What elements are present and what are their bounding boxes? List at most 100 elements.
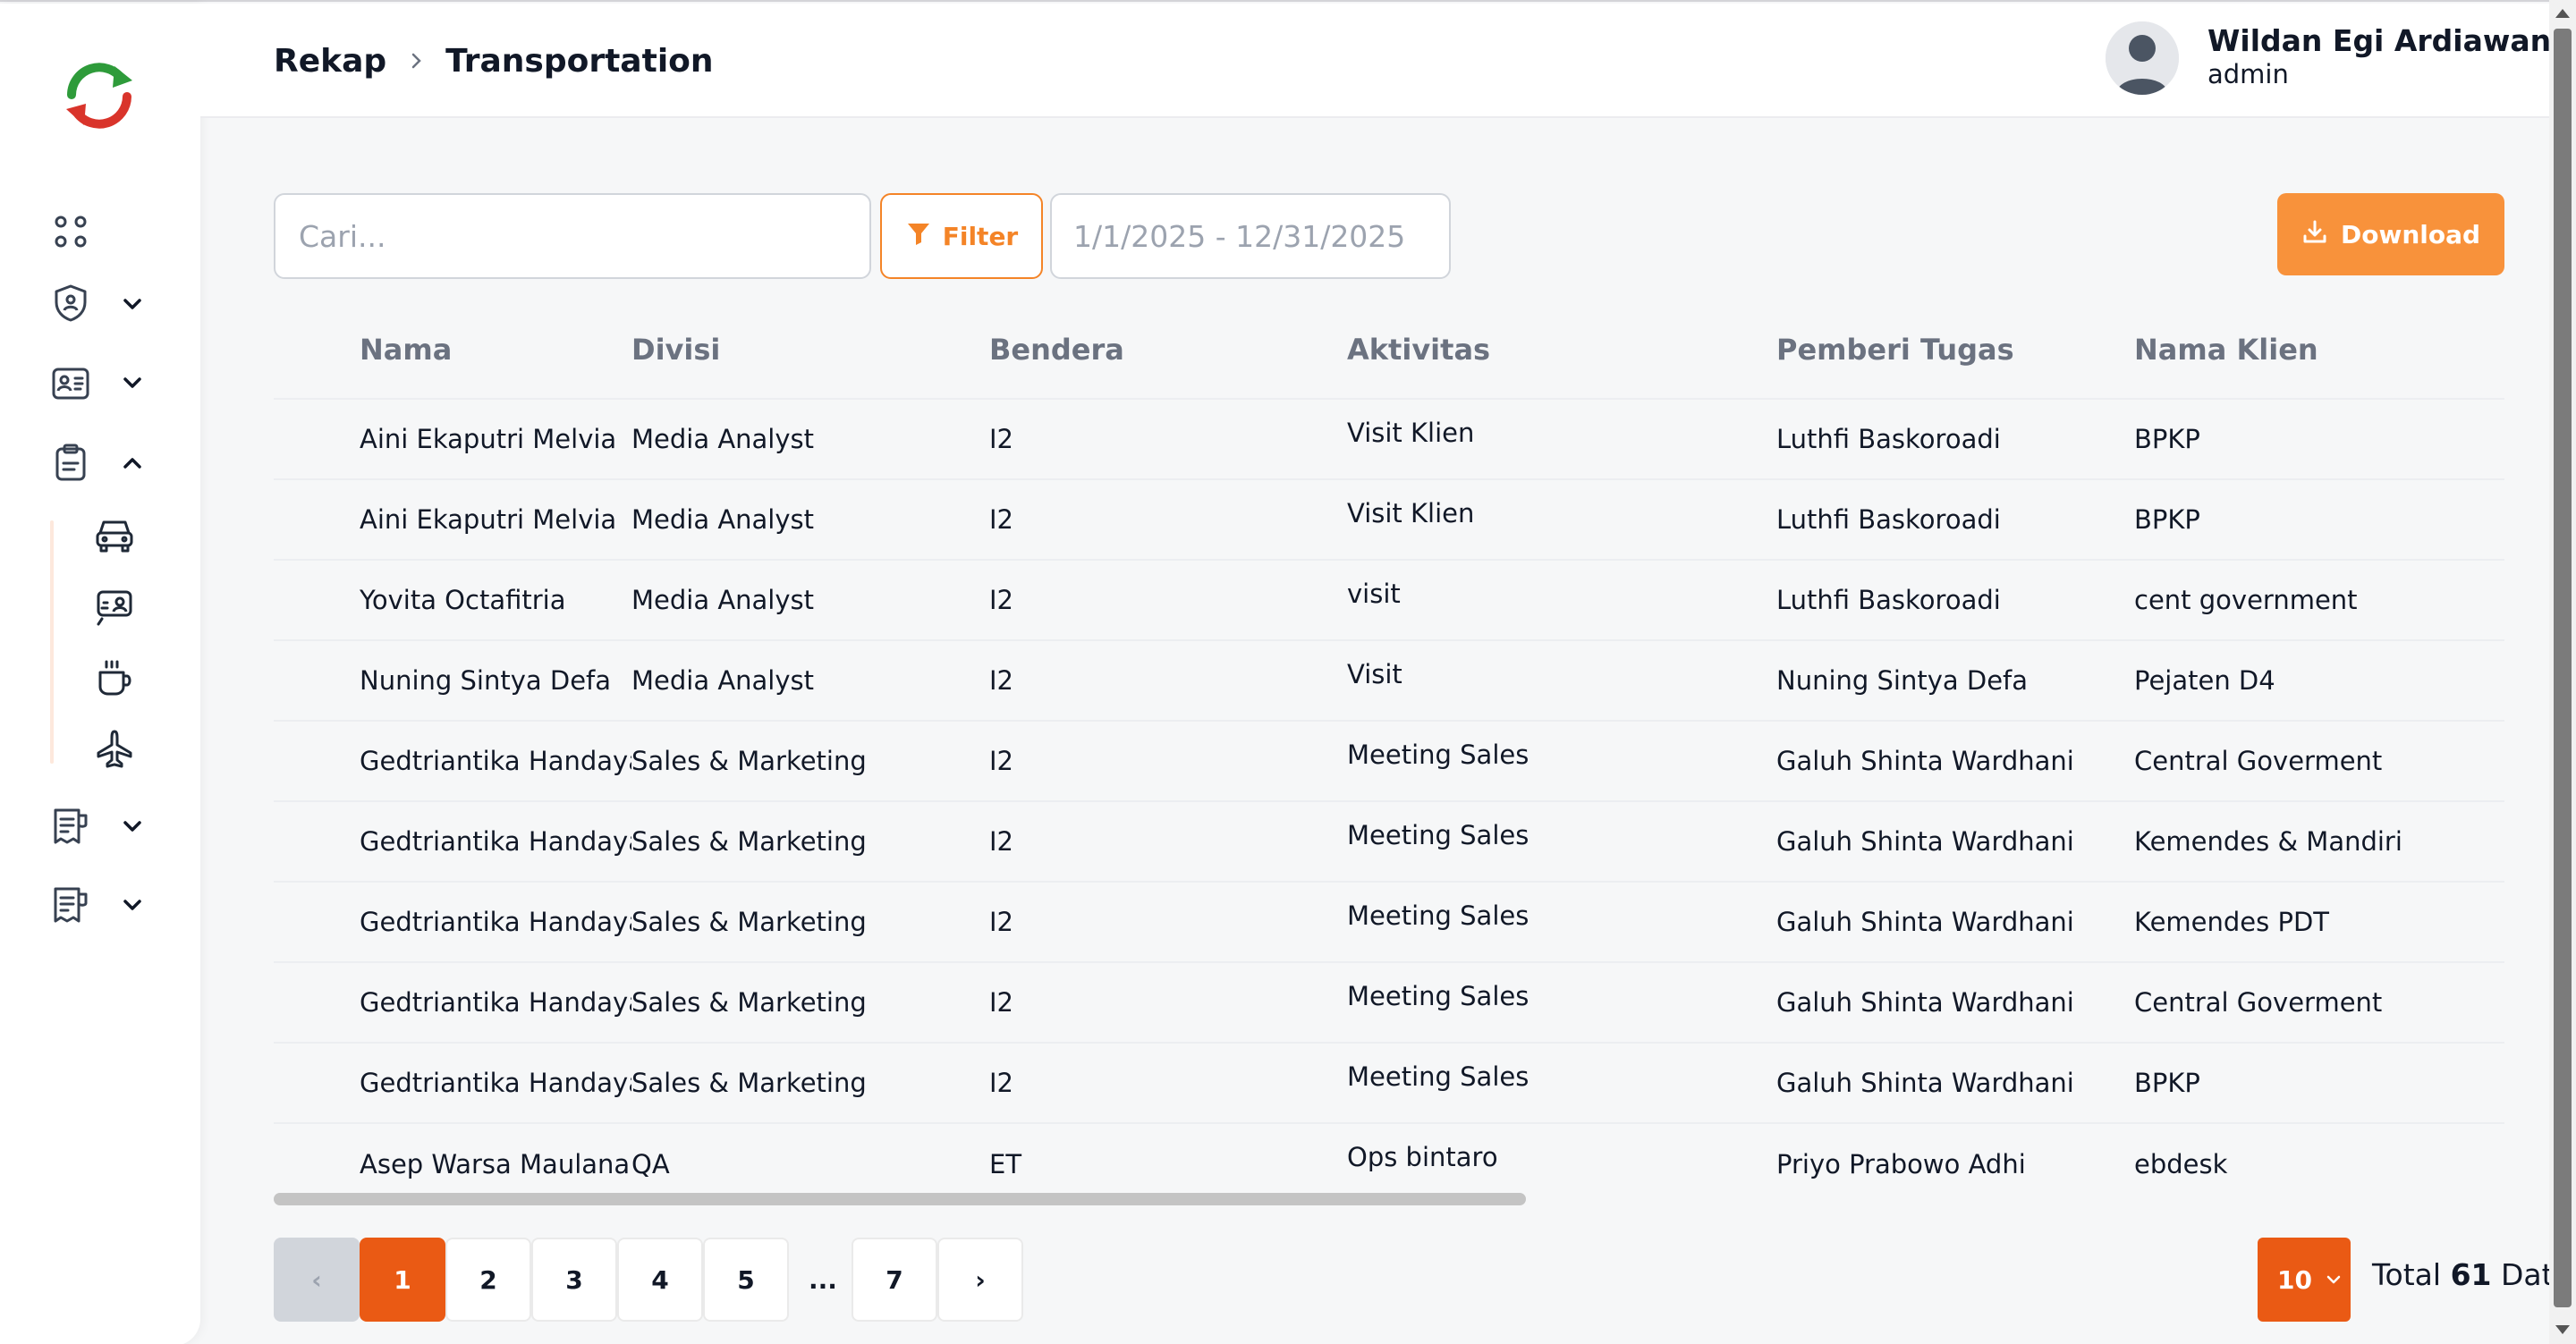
table-cell: Galuh Shinta Wardhani <box>1776 800 2134 882</box>
table-cell: ET <box>989 1122 1347 1204</box>
table-cell: Media Analyst <box>631 478 989 560</box>
meeting-icon[interactable] <box>93 585 136 628</box>
table-cell: Kemendes PDT <box>2134 881 2504 962</box>
table-cell: Visit <box>1347 639 1776 721</box>
table-cell: I2 <box>989 559 1347 640</box>
prev-page-button[interactable]: ‹ <box>274 1238 360 1322</box>
table-row[interactable]: Gedtriantika HandayaniSales & MarketingI… <box>274 961 2504 1043</box>
chevron-down-icon[interactable] <box>120 814 145 839</box>
table-cell: I2 <box>989 961 1347 1043</box>
download-button[interactable]: Download <box>2277 193 2504 275</box>
table-row[interactable]: Gedtriantika HandayaniSales & MarketingI… <box>274 720 2504 801</box>
clipboard-icon[interactable] <box>50 442 91 483</box>
table-cell: cent government <box>2134 559 2504 640</box>
user-name: Wildan Egi Ardiawan <box>2207 23 2552 58</box>
table-cell: I2 <box>989 478 1347 560</box>
table-cell: Gedtriantika Handayani <box>274 1042 631 1123</box>
table-cell: Sales & Marketing <box>631 720 989 801</box>
breadcrumb-current: Transportation <box>445 42 714 80</box>
table-cell: Sales & Marketing <box>631 800 989 882</box>
table-cell: Meeting Sales <box>1347 881 1776 962</box>
table-cell: Luthfi Baskoroadi <box>1776 559 2134 640</box>
table-cell: BPKP <box>2134 1042 2504 1123</box>
total-count: Total 61 Data <box>2372 1257 2572 1292</box>
search-input[interactable] <box>274 193 871 279</box>
scroll-up-arrow-icon[interactable] <box>2555 9 2570 18</box>
page-size-select[interactable]: 10 <box>2258 1238 2351 1322</box>
table-cell: Nuning Sintya Defa <box>1776 639 2134 721</box>
table-cell: Pejaten D4 <box>2134 639 2504 721</box>
page-size-value: 10 <box>2277 1264 2312 1295</box>
page-button-1[interactable]: 1 <box>360 1238 445 1322</box>
page-button-2[interactable]: 2 <box>445 1238 531 1322</box>
table-cell: Gedtriantika Handayani <box>274 881 631 962</box>
scrollbar-thumb[interactable] <box>2554 29 2572 1307</box>
content: Filter 1/1/2025 - 12/31/2025 Download <box>274 193 2572 1322</box>
scroll-down-arrow-icon[interactable] <box>2555 1325 2570 1334</box>
table-cell: Gedtriantika Handayani <box>274 800 631 882</box>
table-cell: Meeting Sales <box>1347 720 1776 801</box>
chevron-down-icon[interactable] <box>120 370 145 395</box>
shield-user-icon[interactable] <box>50 283 91 324</box>
table-row[interactable]: Gedtriantika HandayaniSales & MarketingI… <box>274 1042 2504 1123</box>
table-cell: Nuning Sintya Defa <box>274 639 631 721</box>
filter-button[interactable]: Filter <box>880 193 1043 279</box>
app-logo[interactable] <box>59 61 140 129</box>
chevron-down-icon[interactable] <box>120 892 145 917</box>
table-cell: QA <box>631 1122 989 1204</box>
download-icon <box>2301 218 2328 251</box>
breadcrumb-parent[interactable]: Rekap <box>274 43 386 80</box>
filter-label: Filter <box>942 221 1019 251</box>
page-button-4[interactable]: 4 <box>617 1238 703 1322</box>
page-button-7[interactable]: 7 <box>852 1238 937 1322</box>
next-page-button[interactable]: › <box>937 1238 1023 1322</box>
table-cell: I2 <box>989 720 1347 801</box>
column-header: Bendera <box>989 332 1124 367</box>
table-cell: I2 <box>989 881 1347 962</box>
table-row[interactable]: Yovita Octafitria Media Analyst I2 visit Lut… <box>274 559 2504 640</box>
chevron-down-icon[interactable] <box>120 292 145 317</box>
column-header: Nama <box>360 332 453 367</box>
table-row[interactable]: Nuning Sintya Defa Media Analyst I2 Visit Nu… <box>274 639 2504 721</box>
receipt-icon[interactable] <box>50 883 91 925</box>
table-row[interactable]: Gedtriantika HandayaniSales & MarketingI… <box>274 800 2504 882</box>
main-area: Rekap Transportation Wildan Egi Ardiawan… <box>200 4 2572 1344</box>
chevron-up-icon[interactable] <box>120 451 145 476</box>
table-row[interactable]: Gedtriantika HandayaniSales & MarketingI… <box>274 881 2504 962</box>
table-cell: Gedtriantika Handayani <box>274 961 631 1043</box>
table-cell: Galuh Shinta Wardhani <box>1776 720 2134 801</box>
horizontal-scrollbar[interactable] <box>274 1193 1526 1205</box>
data-table: Nama Divisi Bendera Aktivitas Pemberi Tu… <box>274 300 2504 1204</box>
table-cell: Sales & Marketing <box>631 881 989 962</box>
chevron-right-icon <box>406 51 426 71</box>
table-header-row: Nama Divisi Bendera Aktivitas Pemberi Tu… <box>274 300 2504 399</box>
table-cell: Galuh Shinta Wardhani <box>1776 881 2134 962</box>
column-header: Aktivitas <box>1347 332 1491 367</box>
data-table-container[interactable]: Nama Divisi Bendera Aktivitas Pemberi Tu… <box>274 300 2504 1213</box>
table-cell: I2 <box>989 1042 1347 1123</box>
page-button-3[interactable]: 3 <box>531 1238 617 1322</box>
table-cell: Meeting Sales <box>1347 961 1776 1043</box>
window-scrollbar[interactable] <box>2549 0 2576 1344</box>
id-card-icon[interactable] <box>50 363 91 404</box>
table-row[interactable]: Asep Warsa Maulana QA ET Ops bintaro Priyo P… <box>274 1122 2504 1204</box>
airplane-icon[interactable] <box>93 728 136 771</box>
table-row[interactable]: Aini Ekaputri Melvia Media Analyst I2 Visit… <box>274 478 2504 560</box>
car-icon[interactable] <box>93 513 136 556</box>
sidebar <box>0 4 200 1344</box>
breadcrumb: Rekap Transportation <box>274 36 714 86</box>
receipt-icon[interactable] <box>50 805 91 846</box>
table-cell: Media Analyst <box>631 559 989 640</box>
coffee-cup-icon[interactable] <box>93 656 136 699</box>
date-range-input[interactable]: 1/1/2025 - 12/31/2025 <box>1050 193 1451 279</box>
avatar[interactable] <box>2106 21 2179 95</box>
table-cell: Meeting Sales <box>1347 800 1776 882</box>
table-cell: BPKP <box>2134 478 2504 560</box>
table-cell: Media Analyst <box>631 398 989 479</box>
filter-icon <box>905 220 932 253</box>
page-button-5[interactable]: 5 <box>703 1238 789 1322</box>
table-cell: Central Goverment <box>2134 720 2504 801</box>
dashboard-grid-icon[interactable] <box>50 211 91 252</box>
table-row[interactable]: Aini Ekaputri Melvia Media Analyst I2 Visit… <box>274 398 2504 479</box>
total-number: 61 <box>2450 1257 2492 1292</box>
